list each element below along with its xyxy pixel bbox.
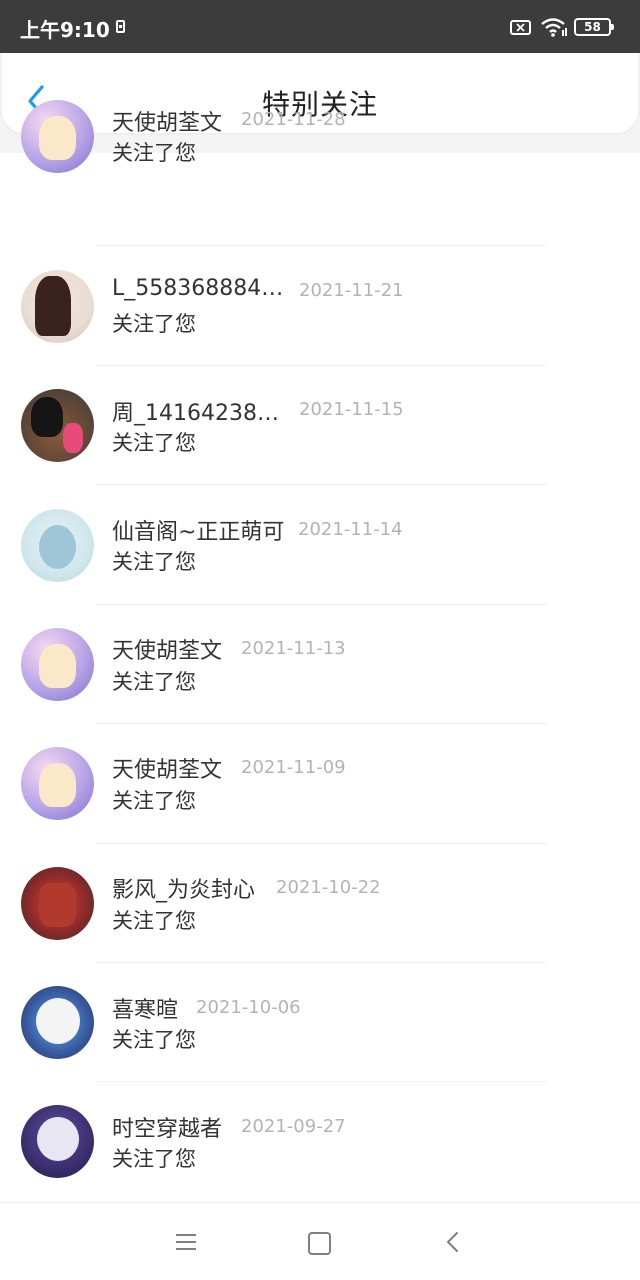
list-item[interactable]: 喜寒暄 2021-10-06 关注了您 — [0, 986, 640, 1106]
anime-girl-avatar[interactable] — [21, 270, 94, 343]
follow-text: 关注了您 — [112, 141, 196, 165]
user-name[interactable]: 喜寒暄 — [112, 992, 178, 1024]
divider — [96, 484, 546, 485]
angel-girl-avatar[interactable] — [21, 628, 94, 701]
follow-date: 2021-10-22 — [276, 877, 381, 898]
battery-icon: 58 — [574, 18, 614, 36]
follow-text: 关注了您 — [112, 1147, 196, 1171]
navigation-bar — [0, 1202, 640, 1280]
list-item[interactable]: 周_14164238… 2021-11-15 关注了您 — [0, 389, 640, 509]
divider — [96, 723, 546, 724]
user-name[interactable]: 影风_为炎封心 — [112, 872, 255, 904]
follow-text: 关注了您 — [112, 550, 196, 574]
list-item[interactable]: L_558368884… 2021-11-21 关注了您 — [0, 270, 640, 390]
divider — [96, 245, 546, 246]
follow-date: 2021-11-15 — [299, 399, 404, 420]
follow-date: 2021-11-14 — [298, 519, 403, 540]
divider — [96, 604, 546, 605]
divider — [96, 962, 546, 963]
follow-date: 2021-11-09 — [241, 757, 346, 778]
sheep-night-avatar[interactable] — [21, 1105, 94, 1178]
list-item[interactable]: 仙音阁~正正萌可 2021-11-14 关注了您 — [0, 509, 640, 629]
follow-text: 关注了您 — [112, 909, 196, 933]
angel-girl-avatar[interactable] — [21, 100, 94, 173]
home-square-icon[interactable] — [308, 1232, 331, 1255]
user-name[interactable]: 仙音阁~正正萌可 — [112, 514, 284, 546]
user-name[interactable]: L_558368884… — [112, 276, 283, 301]
status-time: 上午9:10 — [20, 18, 110, 42]
no-signal-icon — [510, 20, 531, 35]
mickey-mouse-avatar[interactable] — [21, 389, 94, 462]
back-chevron-icon[interactable] — [443, 1231, 463, 1257]
list-item[interactable]: 影风_为炎封心 2021-10-22 关注了您 — [0, 867, 640, 987]
follow-date: 2021-09-27 — [241, 1116, 346, 1137]
follow-text: 关注了您 — [112, 670, 196, 694]
user-name[interactable]: 天使胡荃文 — [112, 633, 222, 665]
list-item[interactable]: 天使胡荃文 2021-11-28 关注了您 — [0, 100, 640, 220]
menu-icon[interactable] — [176, 1234, 196, 1255]
follow-date: 2021-11-13 — [241, 638, 346, 659]
follow-date: 2021-11-28 — [241, 109, 346, 130]
divider — [96, 365, 546, 366]
follow-text: 关注了您 — [112, 431, 196, 455]
user-name[interactable]: 周_14164238… — [112, 395, 279, 427]
sim-card-icon — [116, 20, 125, 33]
follow-date: 2021-11-21 — [299, 280, 404, 301]
follow-date: 2021-10-06 — [196, 997, 301, 1018]
user-name[interactable]: 时空穿越者 — [112, 1111, 222, 1143]
divider — [96, 843, 546, 844]
angel-girl-avatar[interactable] — [21, 747, 94, 820]
wifi-icon — [540, 17, 568, 41]
user-name[interactable]: 天使胡荃文 — [112, 752, 222, 784]
follow-text: 关注了您 — [112, 312, 196, 336]
status-bar: 上午9:10 58 — [0, 0, 640, 53]
list-item[interactable]: 天使胡荃文 2021-11-13 关注了您 — [0, 628, 640, 748]
user-name[interactable]: 天使胡荃文 — [112, 105, 222, 137]
list-item[interactable]: 天使胡荃文 2021-11-09 关注了您 — [0, 747, 640, 867]
white-sheep-avatar[interactable] — [21, 986, 94, 1059]
red-mech-avatar[interactable] — [21, 867, 94, 940]
follow-text: 关注了您 — [112, 1028, 196, 1052]
follow-text: 关注了您 — [112, 789, 196, 813]
divider — [96, 1081, 546, 1082]
robot-dog-avatar[interactable] — [21, 509, 94, 582]
